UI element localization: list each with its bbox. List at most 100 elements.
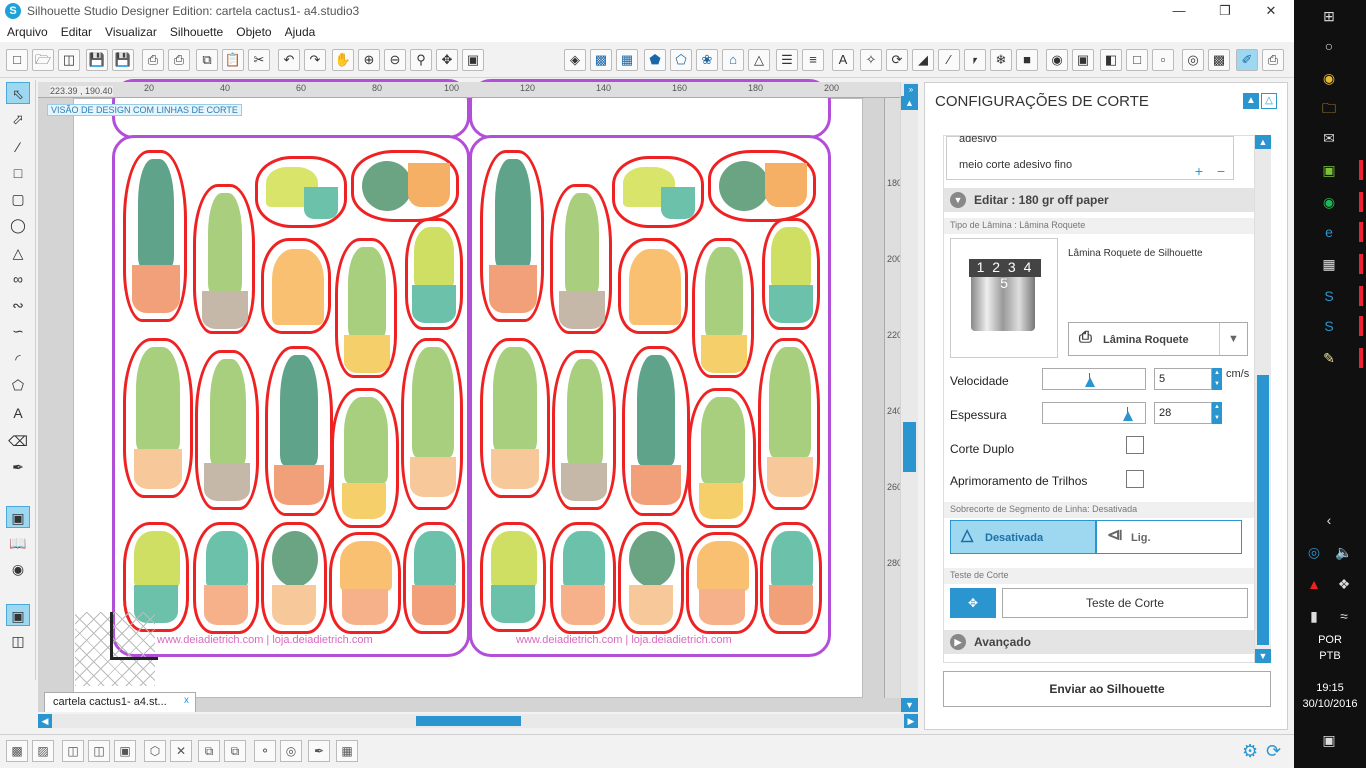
text-tool-icon[interactable]: A <box>6 402 30 424</box>
cactus-sticker[interactable] <box>622 346 690 516</box>
machine-icon[interactable]: ⎙ <box>1262 49 1284 71</box>
store-view-icon[interactable]: ◉ <box>6 558 30 580</box>
fill-color-icon[interactable]: ◈ <box>564 49 586 71</box>
weld-icon[interactable]: ⬡ <box>144 740 166 762</box>
send-to-silhouette-icon[interactable]: ✐ <box>1236 49 1258 71</box>
canvas-horizontal-scrollbar[interactable]: ◀ ▶ <box>38 714 918 728</box>
tray-network-app-icon[interactable]: ◎ <box>1304 542 1324 562</box>
save-library-icon[interactable]: 💾 <box>112 49 134 71</box>
polygon-tool-icon[interactable]: △ <box>6 242 30 264</box>
cactus-sticker[interactable] <box>335 238 397 378</box>
sheet-right[interactable]: www.deiadietrich.com | loja.deiadietrich… <box>469 135 831 657</box>
close-button[interactable]: ✕ <box>1248 0 1294 22</box>
menu-editar[interactable]: Editar <box>61 25 92 39</box>
cactus-sticker[interactable] <box>405 218 463 330</box>
curve-tool-icon[interactable]: ∞ <box>6 268 30 290</box>
cactus-sticker[interactable] <box>762 218 820 330</box>
print-icon[interactable]: ⎙ <box>142 49 164 71</box>
add-material-icon[interactable]: + <box>1195 163 1203 179</box>
make-compound-icon[interactable]: ◫ <box>62 740 84 762</box>
store-icon[interactable]: ◉ <box>1046 49 1068 71</box>
menu-visualizar[interactable]: Visualizar <box>105 25 157 39</box>
panel-expand-icon[interactable]: ▲ <box>1243 93 1259 109</box>
line-style-icon[interactable]: ≡ <box>802 49 824 71</box>
menu-objeto[interactable]: Objeto <box>236 25 271 39</box>
arc-tool-icon[interactable]: ◜ <box>6 348 30 370</box>
release-compound-icon[interactable]: ◫ <box>88 740 110 762</box>
delete-icon[interactable]: ✕ <box>170 740 192 762</box>
speed-spinner-icon[interactable]: ▲ ▼ <box>1212 368 1222 390</box>
cactus-sticker[interactable] <box>255 156 347 228</box>
cactus-sticker[interactable] <box>760 522 822 634</box>
cactus-sticker[interactable] <box>618 238 688 334</box>
speed-slider-handle[interactable] <box>1085 377 1095 387</box>
ellipse-tool-icon[interactable]: ◯ <box>6 214 30 236</box>
double-cut-checkbox[interactable] <box>1126 436 1144 454</box>
zoom-select-icon[interactable]: ⚲ <box>410 49 432 71</box>
drag-zoom-icon[interactable]: ✥ <box>436 49 458 71</box>
fit-page-icon[interactable]: ▣ <box>462 49 484 71</box>
cactus-sticker[interactable] <box>403 522 465 634</box>
paste-icon[interactable]: 📋 <box>222 49 244 71</box>
volume-icon[interactable]: 🔈 <box>1334 542 1354 562</box>
remove-material-icon[interactable]: − <box>1217 163 1225 179</box>
cactus-sticker[interactable] <box>686 532 758 634</box>
cactus-sticker[interactable] <box>480 338 550 498</box>
cactus-sticker[interactable] <box>758 338 820 510</box>
overcut-off-button[interactable]: △ Desativada <box>950 520 1096 554</box>
panel-scroll-down-icon[interactable]: ▼ <box>1255 649 1271 663</box>
acrobat-icon[interactable]: ▲ <box>1304 574 1324 594</box>
send-to-silhouette-button[interactable]: Enviar ao Silhouette <box>943 671 1271 707</box>
notes-icon[interactable]: ✎ <box>1319 348 1363 368</box>
menu-silhouette[interactable]: Silhouette <box>170 25 223 39</box>
sketch-icon[interactable]: ∕ <box>938 49 960 71</box>
keyboard-layout[interactable]: PTB <box>1294 650 1366 662</box>
cactus-sticker[interactable] <box>612 156 704 228</box>
redo-icon[interactable]: ↷ <box>304 49 326 71</box>
layer-icon[interactable]: ▦ <box>336 740 358 762</box>
sync-icon[interactable]: ⟳ <box>1266 741 1281 762</box>
grid-icon[interactable]: ▩ <box>1208 49 1230 71</box>
copy-icon[interactable]: ⧉ <box>196 49 218 71</box>
group-icon[interactable]: ▩ <box>6 740 28 762</box>
cactus-sticker[interactable] <box>692 238 754 378</box>
advanced-section[interactable]: ▶ Avançado <box>944 630 1254 654</box>
menu-ajuda[interactable]: Ajuda <box>285 25 316 39</box>
cactus-sticker[interactable] <box>618 522 684 634</box>
cactus-sticker[interactable] <box>351 150 459 222</box>
cut-settings-icon[interactable]: ◎ <box>1182 49 1204 71</box>
thickness-input[interactable]: 28 <box>1154 402 1212 424</box>
dropbox-icon[interactable]: ❖ <box>1334 574 1354 594</box>
page-setup-icon[interactable]: ◧ <box>1100 49 1122 71</box>
save-icon[interactable]: 💾 <box>86 49 108 71</box>
line-color-icon[interactable]: ☰ <box>776 49 798 71</box>
cactus-sticker[interactable] <box>193 522 259 634</box>
eraser-tool-icon[interactable]: ⌫ <box>6 430 30 452</box>
speed-slider[interactable] <box>1042 368 1146 390</box>
menu-arquivo[interactable]: Arquivo <box>7 25 48 39</box>
layers-icon[interactable]: ▣ <box>1072 49 1094 71</box>
edit-material-section[interactable]: ▼ Editar : 180 gr off paper <box>944 188 1254 212</box>
scroll-right-arrow-icon[interactable]: ▶ <box>904 714 918 728</box>
rounded-rect-tool-icon[interactable]: ▢ <box>6 188 30 210</box>
scroll-down-arrow-icon[interactable]: ▼ <box>901 698 918 712</box>
maximize-button[interactable]: ❐ <box>1202 0 1248 22</box>
undo-icon[interactable]: ↶ <box>278 49 300 71</box>
single-view-icon[interactable]: ▣ <box>6 604 30 626</box>
library-view-icon[interactable]: 📖 <box>6 532 30 554</box>
cortana-icon[interactable]: ○ <box>1319 36 1339 56</box>
transform-icon[interactable]: ✧ <box>860 49 882 71</box>
panel-minimize-icon[interactable]: △ <box>1261 93 1277 109</box>
cactus-sticker[interactable] <box>688 388 756 528</box>
offset-icon[interactable]: ⬠ <box>670 49 692 71</box>
speed-input[interactable]: 5 <box>1154 368 1212 390</box>
panel-collapse-icon[interactable]: » <box>904 84 918 96</box>
cactus-sticker[interactable] <box>552 350 616 510</box>
edge-icon[interactable]: e <box>1319 222 1363 242</box>
track-enhancing-checkbox[interactable] <box>1126 470 1144 488</box>
select-tool-icon[interactable]: ⬁ <box>6 82 30 104</box>
scroll-left-arrow-icon[interactable]: ◀ <box>38 714 52 728</box>
cactus-sticker[interactable] <box>480 150 544 322</box>
ungroup-icon[interactable]: ▨ <box>32 740 54 762</box>
rotate-icon[interactable]: ⟳ <box>886 49 908 71</box>
